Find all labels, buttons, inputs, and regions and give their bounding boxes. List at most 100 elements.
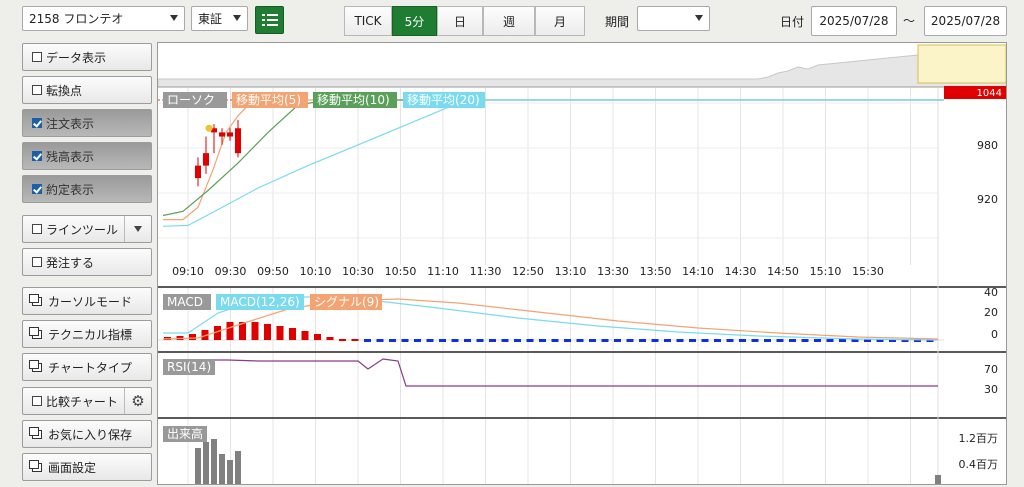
- sidebar-item-label: データ表示: [46, 50, 107, 65]
- time-tick: 13:10: [555, 265, 587, 278]
- sidebar-item-label: ラインツール: [46, 222, 119, 237]
- macd-hist-bar: [701, 339, 709, 342]
- ma10-line: [162, 99, 944, 217]
- legend-label: MACD: [167, 295, 203, 309]
- volume-bar: [211, 439, 217, 484]
- dropdown-button[interactable]: [124, 216, 151, 242]
- checkbox[interactable]: [32, 396, 42, 406]
- macd-hist-bar: [276, 326, 284, 340]
- time-tick: 11:30: [470, 265, 502, 278]
- sidebar-item-label: お気に入り保存: [48, 427, 133, 442]
- macd-hist-bar: [789, 339, 796, 342]
- macd-hist-bar: [751, 339, 759, 342]
- legend-label: ローソク: [167, 93, 215, 107]
- macd-hist-bar: [351, 339, 359, 341]
- macd-hist-bar: [676, 339, 684, 342]
- candle-body: [227, 132, 233, 137]
- macd-hist-bar: [389, 339, 396, 342]
- range-select[interactable]: [637, 6, 710, 31]
- checkbox[interactable]: [32, 224, 42, 234]
- chart-area[interactable]: 980 920 1044 ローソク 移動平均(5) 移動平均(10) 移動平均(20) 09:…: [157, 42, 1007, 485]
- checkbox[interactable]: [32, 184, 42, 194]
- macd-hist-bar: [714, 339, 721, 342]
- list-icon: [261, 14, 278, 26]
- sidebar-item-label: 注文表示: [46, 116, 95, 131]
- chevron-down-icon: [170, 15, 178, 21]
- checkbox[interactable]: [32, 52, 42, 62]
- time-tick: 10:10: [300, 265, 332, 278]
- execution-marker: [205, 124, 213, 132]
- last-price-label: 1044: [977, 88, 1002, 99]
- sidebar-item[interactable]: テクニカル指標: [22, 320, 152, 348]
- time-tick: 13:50: [640, 265, 672, 278]
- window-icon: [29, 459, 42, 472]
- time-tick: 10:50: [385, 265, 417, 278]
- macd-hist-bar: [776, 339, 784, 342]
- macd-tick: 40: [984, 286, 998, 299]
- macd-tick: 20: [984, 306, 998, 319]
- date-separator: 〜: [903, 14, 916, 28]
- sidebar-item[interactable]: 残高表示: [22, 142, 152, 170]
- macd-tick: 0: [991, 328, 998, 341]
- period-button[interactable]: 5分: [392, 6, 437, 36]
- sidebar-item-label: 発注する: [46, 255, 95, 270]
- stock-select[interactable]: 2158 フロンテオ: [22, 6, 185, 31]
- time-tick: 14:50: [767, 265, 799, 278]
- candle-body: [219, 132, 225, 137]
- list-button[interactable]: [255, 6, 284, 34]
- date-to-field[interactable]: 2025/07/28: [924, 6, 1007, 36]
- sidebar-item[interactable]: 転換点: [22, 76, 152, 104]
- macd-hist-bar: [501, 339, 509, 342]
- period-button[interactable]: 週: [483, 6, 535, 36]
- time-tick: 11:10: [427, 265, 459, 278]
- window-icon: [29, 326, 42, 339]
- sidebar-item[interactable]: 比較チャート ⚙: [22, 387, 152, 415]
- ma5-line: [163, 99, 944, 221]
- legend-label: 移動平均(5): [236, 93, 301, 107]
- macd-hist-bar: [189, 334, 196, 340]
- macd-hist-bar: [839, 339, 846, 342]
- date-label: 日付: [780, 15, 805, 29]
- sidebar-item[interactable]: 画面設定: [22, 453, 152, 481]
- checkbox[interactable]: [32, 151, 42, 161]
- date-from-field[interactable]: 2025/07/28: [811, 6, 897, 36]
- volume-bar: [935, 475, 941, 484]
- period-button[interactable]: TICK: [344, 6, 392, 36]
- sidebar-item[interactable]: チャートタイプ: [22, 353, 152, 381]
- sidebar-item[interactable]: カーソルモード: [22, 287, 152, 315]
- macd-hist-bar: [726, 339, 734, 342]
- chevron-down-icon: [134, 226, 142, 232]
- candle-body: [195, 165, 201, 179]
- sidebar-item[interactable]: 約定表示: [22, 175, 152, 203]
- time-tick: 15:10: [810, 265, 842, 278]
- macd-hist-bar: [464, 339, 471, 342]
- candle-body: [203, 153, 209, 166]
- sidebar-item[interactable]: 発注する: [22, 248, 152, 276]
- macd-hist-bar: [551, 339, 559, 342]
- period-button[interactable]: 月: [535, 6, 585, 36]
- time-tick: 15:30: [852, 265, 884, 278]
- market-select-value: 東証: [198, 12, 223, 26]
- volume-bar: [235, 451, 241, 484]
- market-select[interactable]: 東証: [191, 6, 248, 31]
- macd-hist-bar: [401, 339, 409, 342]
- period-button[interactable]: 日: [437, 6, 483, 36]
- window-icon: [29, 359, 42, 372]
- sidebar-item[interactable]: お気に入り保存: [22, 420, 152, 448]
- checkbox[interactable]: [32, 85, 42, 95]
- date-from-value: 2025/07/28: [819, 14, 889, 28]
- sidebar-item[interactable]: データ表示: [22, 43, 152, 71]
- sidebar-item[interactable]: 注文表示: [22, 109, 152, 137]
- macd-hist-bar: [364, 339, 371, 342]
- macd-hist-bar: [439, 339, 446, 342]
- time-tick: 09:10: [172, 265, 204, 278]
- macd-hist-bar: [814, 339, 821, 342]
- sidebar-item[interactable]: ラインツール: [22, 215, 152, 243]
- volume-bar: [219, 454, 225, 484]
- checkbox[interactable]: [32, 257, 42, 267]
- volume-bar: [203, 442, 209, 484]
- gear-icon[interactable]: ⚙: [124, 388, 151, 414]
- chart-svg[interactable]: 980 920 1044 ローソク 移動平均(5) 移動平均(10) 移動平均(20) 09:…: [157, 43, 1007, 484]
- checkbox[interactable]: [32, 118, 42, 128]
- rsi-line: [163, 358, 938, 387]
